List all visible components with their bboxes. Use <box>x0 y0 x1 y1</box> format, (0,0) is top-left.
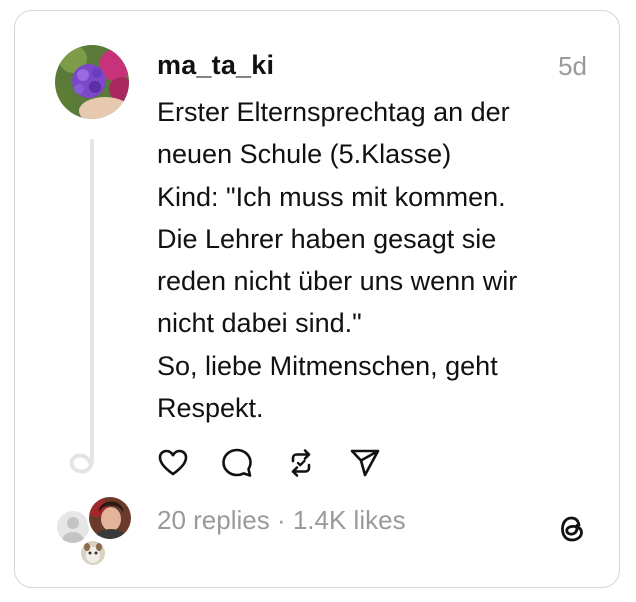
post-text-line: So, liebe Mitmenschen, geht <box>157 350 498 381</box>
share-icon <box>350 449 380 477</box>
thread-line <box>90 139 94 439</box>
reply-avatars[interactable] <box>55 495 135 567</box>
heart-icon <box>158 449 188 476</box>
comment-icon <box>222 448 252 477</box>
author-avatar[interactable] <box>55 45 129 119</box>
post-stats: 20 replies · 1.4K likes <box>157 505 406 536</box>
post-text-line: Respekt. <box>157 393 264 424</box>
author-username[interactable]: ma_ta_ki <box>157 50 274 81</box>
post-text-line: Kind: "Ich muss mit kommen. <box>157 181 506 212</box>
replier-avatar <box>87 495 133 541</box>
post-text-line: Die Lehrer haben gesagt sie <box>157 223 497 254</box>
action-bar <box>157 447 413 479</box>
post-timestamp[interactable]: 5d <box>558 51 587 82</box>
reply-button[interactable] <box>221 447 253 479</box>
post-text-line: neuen Schule (5.Klasse) <box>157 139 452 170</box>
likes-count[interactable]: 1.4K likes <box>293 505 406 536</box>
post-text-line: nicht dabei sind." <box>157 308 362 339</box>
repost-icon <box>291 449 311 477</box>
replier-avatar <box>79 539 107 567</box>
share-button[interactable] <box>349 447 381 479</box>
post-body: Erster Elternsprechtag an der neuen Schu… <box>157 91 597 429</box>
post-text-line: reden nicht über uns wenn wir <box>157 266 518 297</box>
stats-separator: · <box>269 505 293 535</box>
post-text-line: Erster Elternsprechtag an der <box>157 97 510 127</box>
threads-logo-icon[interactable] <box>555 511 589 547</box>
repost-button[interactable] <box>285 447 317 479</box>
replies-count[interactable]: 20 replies <box>157 505 270 536</box>
like-button[interactable] <box>157 447 189 479</box>
post-card[interactable]: ma_ta_ki 5d Erster Elternsprechtag an de… <box>14 10 620 588</box>
thread-connector <box>69 435 94 474</box>
